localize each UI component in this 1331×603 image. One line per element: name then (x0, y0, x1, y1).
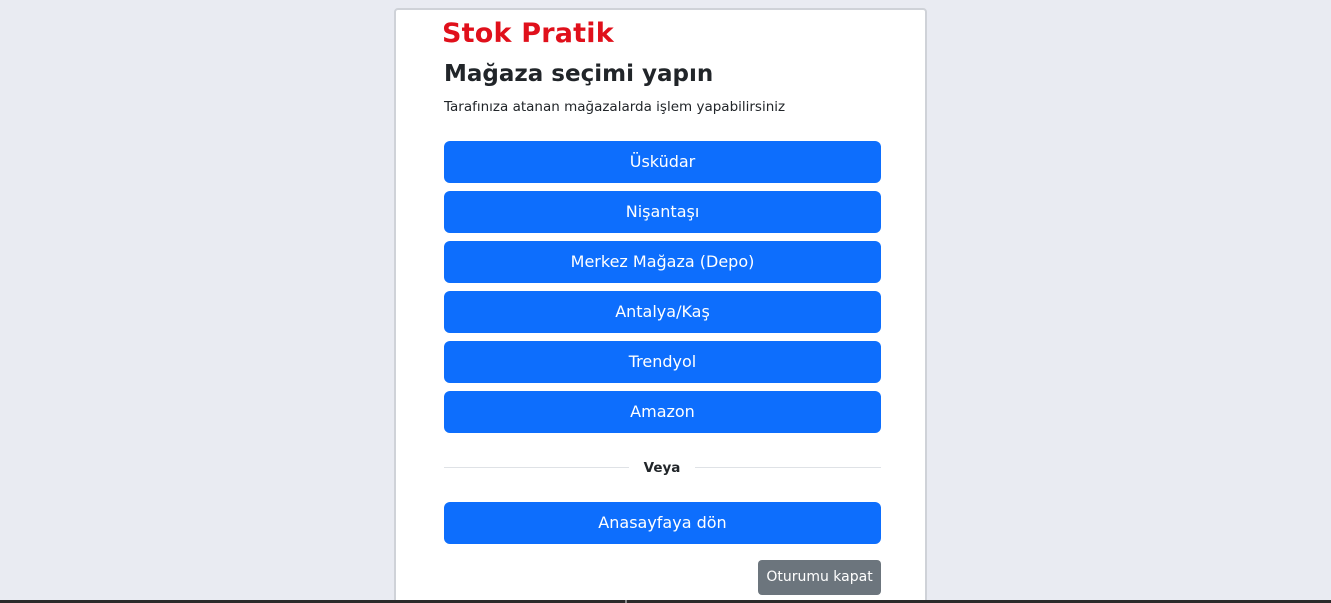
store-button-nisantasi[interactable]: Nişantaşı (444, 191, 881, 233)
or-divider: Veya (444, 456, 881, 480)
store-button-amazon[interactable]: Amazon (444, 391, 881, 433)
page-title: Mağaza seçimi yapın (444, 61, 714, 87)
store-button-trendyol[interactable]: Trendyol (444, 341, 881, 383)
store-button-uskudar[interactable]: Üsküdar (444, 141, 881, 183)
brand-logo: Stok Pratik (442, 18, 614, 49)
divider-label: Veya (643, 460, 681, 476)
logout-button[interactable]: Oturumu kapat (758, 560, 881, 595)
page: Stok Pratik Mağaza seçimi yapın Tarafını… (0, 0, 1331, 603)
divider-line-right (695, 467, 881, 468)
home-button[interactable]: Anasayfaya dön (444, 502, 881, 544)
store-button-antalya-kas[interactable]: Antalya/Kaş (444, 291, 881, 333)
page-subtitle: Tarafınıza atanan mağazalarda işlem yapa… (444, 99, 786, 115)
store-button-merkez-depo[interactable]: Merkez Mağaza (Depo) (444, 241, 881, 283)
divider-line-left (444, 467, 629, 468)
